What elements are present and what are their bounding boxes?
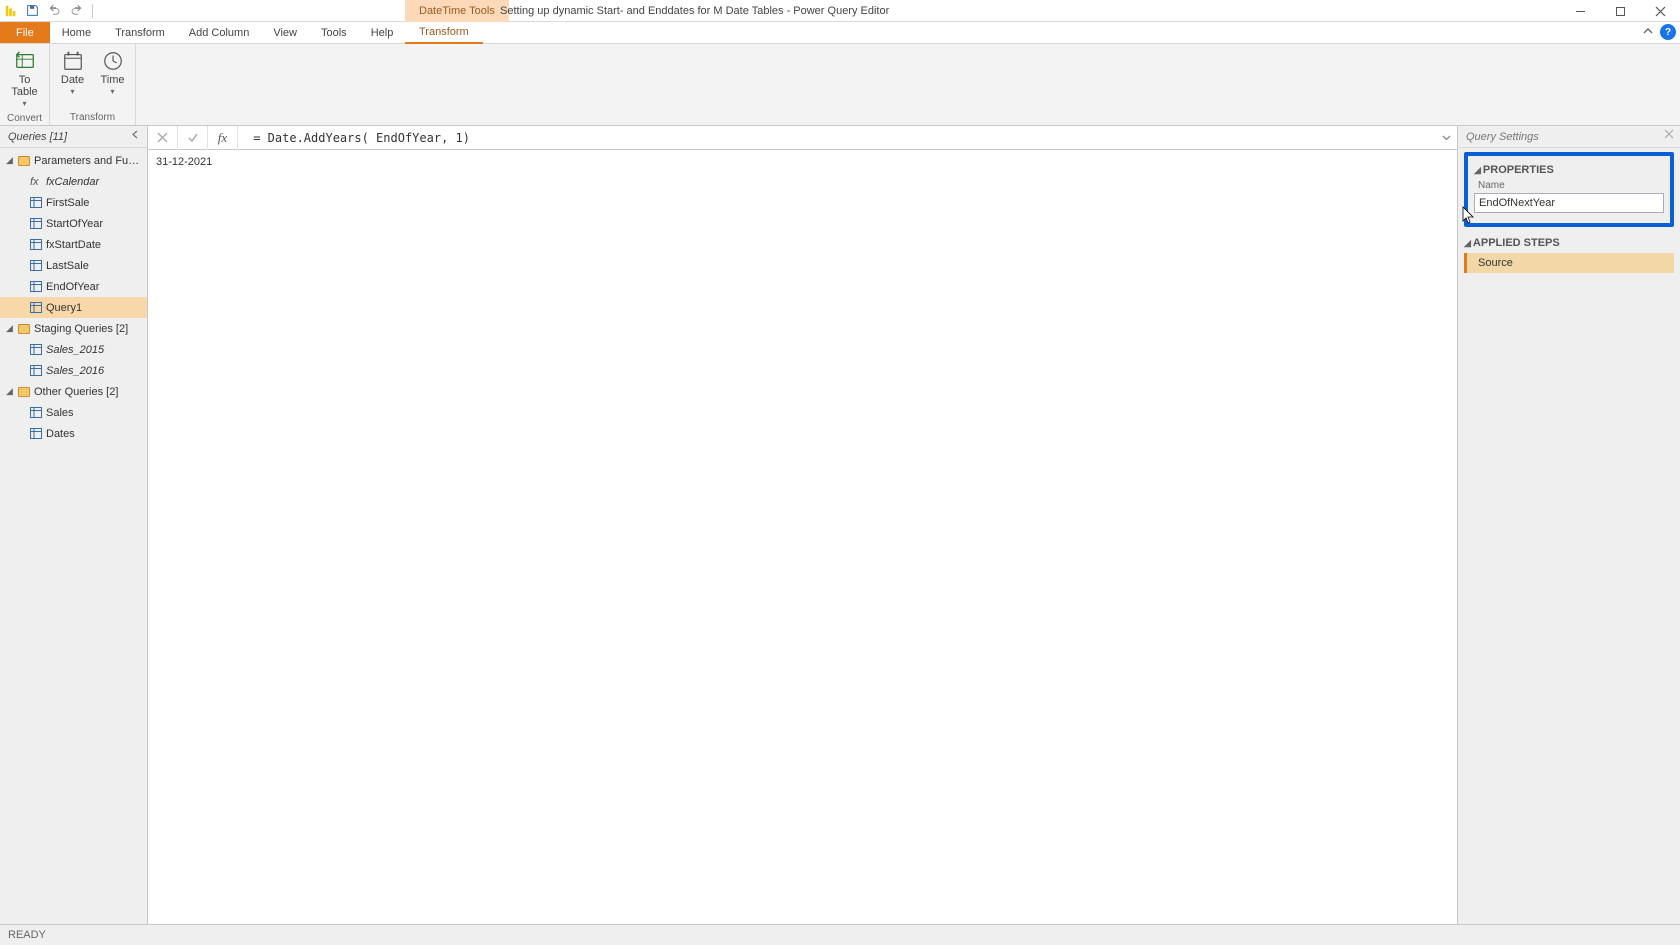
tab-home[interactable]: Home: [50, 22, 103, 43]
tab-transform[interactable]: Transform: [103, 22, 177, 43]
query-item[interactable]: fxfxCalendar: [0, 171, 147, 192]
cancel-formula-icon[interactable]: [148, 126, 178, 150]
ribbon-group-transform: Date▾ Time▾ Transform: [50, 44, 136, 125]
expand-formula-icon[interactable]: [1435, 132, 1457, 143]
ribbon-group-caption: Transform: [50, 109, 135, 125]
queries-pane: Queries [11] ◢Parameters and Fu…fxfxCale…: [0, 126, 148, 924]
undo-icon[interactable]: [46, 3, 62, 19]
center-pane: fx 31-12-2021: [148, 126, 1458, 924]
query-settings-header: Query Settings: [1458, 126, 1680, 148]
save-icon[interactable]: [24, 3, 40, 19]
fx-icon[interactable]: fx: [208, 126, 238, 150]
formula-input[interactable]: [238, 131, 1435, 145]
to-table-button[interactable]: To Table▾: [5, 48, 45, 111]
query-item[interactable]: Sales: [0, 402, 147, 423]
folder-icon: [18, 387, 30, 397]
commit-formula-icon[interactable]: [178, 126, 208, 150]
qat-separator: [92, 4, 93, 18]
tab-transform-contextual[interactable]: Transform: [405, 22, 483, 44]
queries-header-label: Queries [11]: [8, 131, 67, 143]
ribbon-group-convert: To Table▾ Convert: [0, 44, 50, 125]
ribbon-group-caption: Convert: [0, 111, 49, 125]
tab-view[interactable]: View: [261, 22, 309, 43]
queries-folder[interactable]: ◢Other Queries [2]: [0, 381, 147, 402]
date-button[interactable]: Date▾: [53, 48, 93, 99]
properties-section-title: ◢PROPERTIES: [1474, 164, 1664, 176]
query-item[interactable]: fxStartDate: [0, 234, 147, 255]
query-item[interactable]: Sales_2016: [0, 360, 147, 381]
quick-access-toolbar: [0, 3, 95, 19]
collapse-queries-icon[interactable]: [130, 129, 141, 143]
close-settings-icon[interactable]: [1664, 129, 1674, 142]
tab-help[interactable]: Help: [359, 22, 406, 43]
query-item[interactable]: EndOfYear: [0, 276, 147, 297]
queries-folder[interactable]: ◢Parameters and Fu…: [0, 150, 147, 171]
contextual-tab-label: DateTime Tools: [405, 0, 509, 22]
time-label: Time: [100, 74, 124, 86]
date-label: Date: [61, 74, 84, 86]
ribbon-tabs: File Home Transform Add Column View Tool…: [0, 22, 1680, 44]
app-icon: [4, 4, 18, 18]
window-controls: [1560, 0, 1680, 22]
queries-header: Queries [11]: [0, 126, 147, 148]
query-settings-pane: Query Settings ◢PROPERTIES Name ◢APPLIED…: [1458, 126, 1680, 924]
query-item[interactable]: StartOfYear: [0, 213, 147, 234]
window-title: Setting up dynamic Start- and Enddates f…: [500, 0, 889, 22]
applied-step[interactable]: Source: [1464, 253, 1674, 273]
formula-bar: fx: [148, 126, 1457, 150]
folder-icon: [18, 156, 30, 166]
maximize-button[interactable]: [1600, 0, 1640, 22]
query-item[interactable]: Sales_2015: [0, 339, 147, 360]
minimize-button[interactable]: [1560, 0, 1600, 22]
query-item[interactable]: Query1: [0, 297, 147, 318]
redo-icon[interactable]: [68, 3, 84, 19]
folder-icon: [18, 324, 30, 334]
status-text: READY: [8, 929, 46, 941]
tab-file[interactable]: File: [0, 22, 50, 43]
query-name-input[interactable]: [1474, 193, 1664, 213]
properties-section-highlight: ◢PROPERTIES Name: [1464, 152, 1674, 227]
query-item[interactable]: FirstSale: [0, 192, 147, 213]
query-item[interactable]: LastSale: [0, 255, 147, 276]
applied-steps-list: Source: [1464, 253, 1674, 273]
queries-tree[interactable]: ◢Parameters and Fu…fxfxCalendarFirstSale…: [0, 148, 147, 924]
main-area: Queries [11] ◢Parameters and Fu…fxfxCale…: [0, 126, 1680, 924]
query-item[interactable]: Dates: [0, 423, 147, 444]
name-field-label: Name: [1478, 180, 1664, 191]
query-settings-title: Query Settings: [1466, 131, 1539, 143]
close-button[interactable]: [1640, 0, 1680, 22]
ribbon-body: To Table▾ Convert Date▾ Time▾ Transform: [0, 44, 1680, 126]
time-button[interactable]: Time▾: [93, 48, 133, 99]
tab-tools[interactable]: Tools: [309, 22, 359, 43]
data-preview: 31-12-2021: [148, 150, 1457, 924]
tab-add-column[interactable]: Add Column: [177, 22, 262, 43]
applied-steps-title: ◢APPLIED STEPS: [1464, 237, 1674, 249]
collapse-ribbon-icon[interactable]: [1642, 25, 1654, 40]
status-bar: READY: [0, 924, 1680, 945]
function-icon: fx: [30, 176, 42, 188]
to-table-label: To Table: [11, 74, 37, 98]
title-bar: DateTime Tools Setting up dynamic Start-…: [0, 0, 1680, 22]
scalar-value: 31-12-2021: [156, 156, 212, 168]
queries-folder[interactable]: ◢Staging Queries [2]: [0, 318, 147, 339]
help-badge-icon[interactable]: ?: [1660, 24, 1676, 40]
